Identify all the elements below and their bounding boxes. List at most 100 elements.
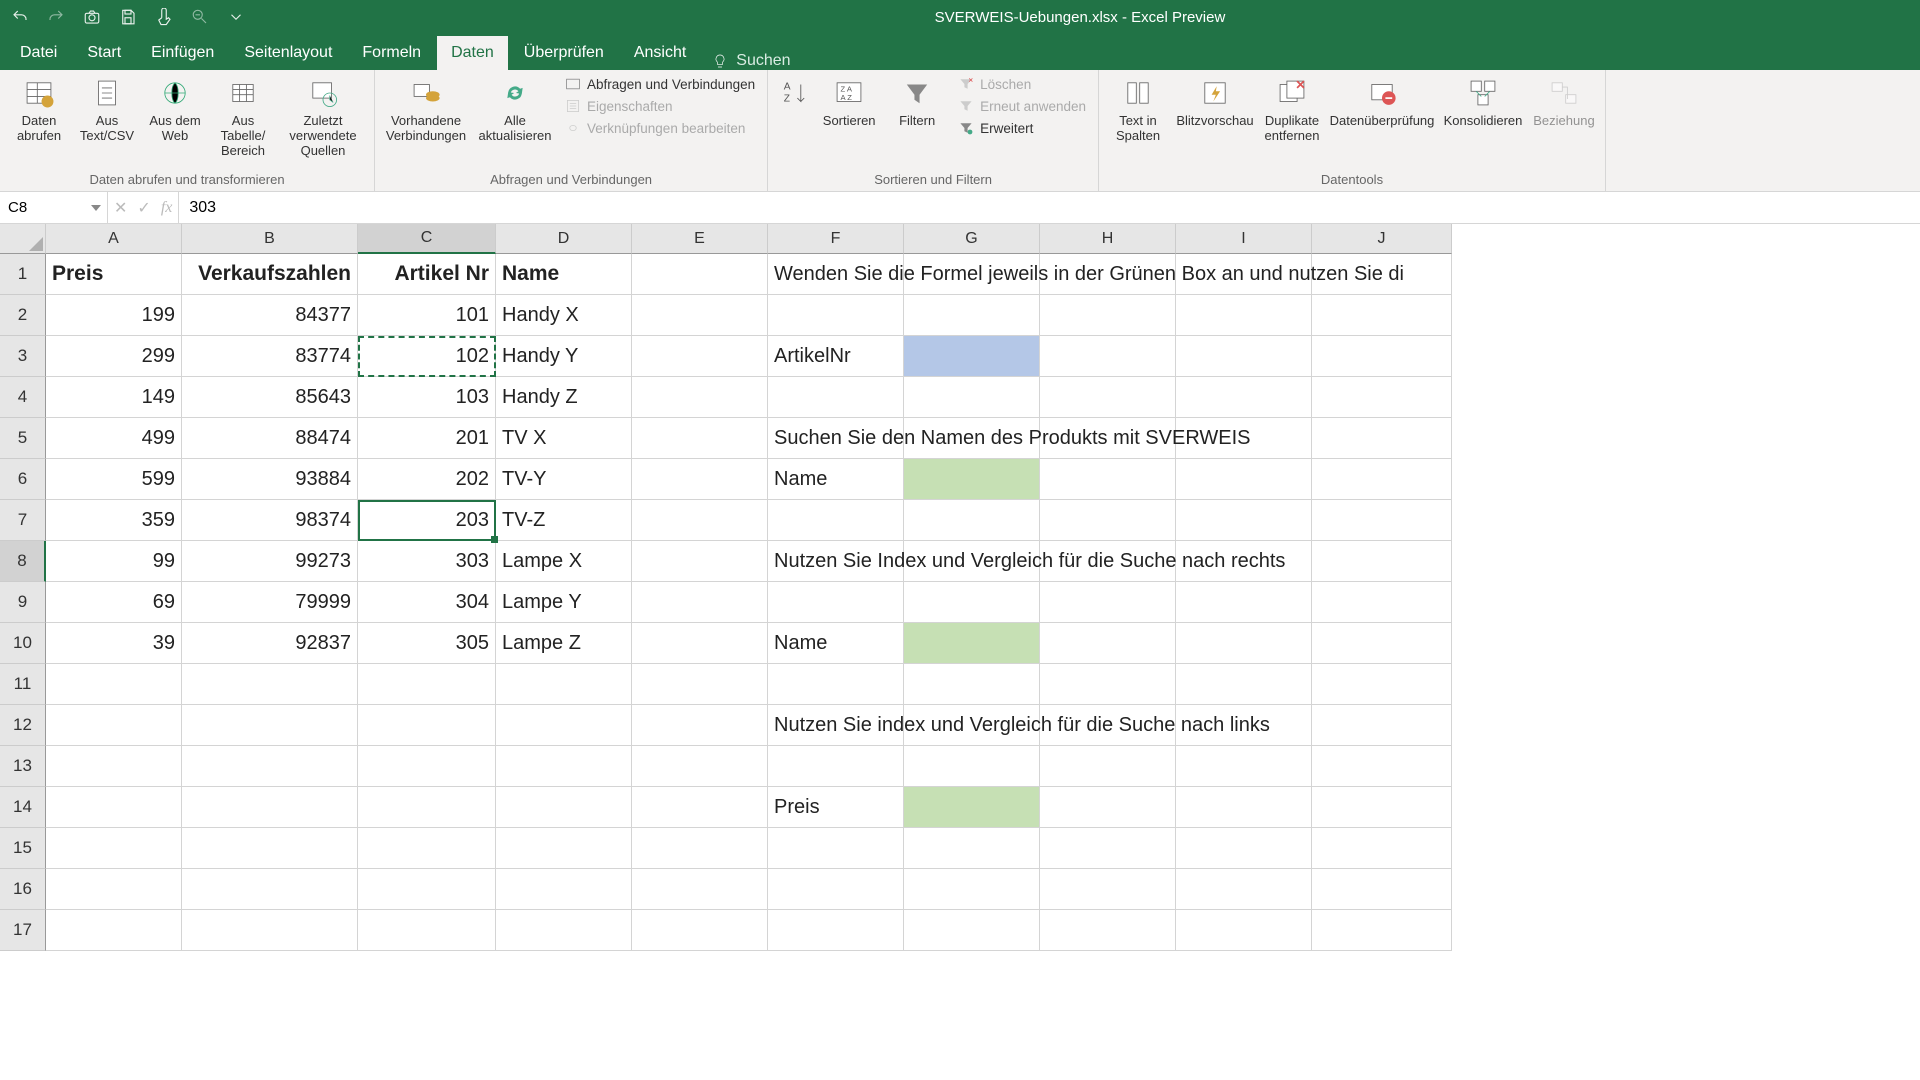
cell-F3[interactable]: ArtikelNr — [768, 336, 904, 377]
cell-F1[interactable]: Wenden Sie die Formel jeweils in der Grü… — [768, 254, 904, 295]
row-header-8[interactable]: 8 — [0, 541, 46, 582]
cell-A6[interactable]: 599 — [46, 459, 182, 500]
cell-F10[interactable]: Name — [768, 623, 904, 664]
filter-button[interactable]: Filtern — [884, 72, 950, 133]
cell-H2[interactable] — [1040, 295, 1176, 336]
cell-A7[interactable]: 359 — [46, 500, 182, 541]
cell-C8[interactable]: 303 — [358, 541, 496, 582]
cell-H17[interactable] — [1040, 910, 1176, 951]
cell-C3[interactable]: 102 — [358, 336, 496, 377]
cell-G7[interactable] — [904, 500, 1040, 541]
row-header-1[interactable]: 1 — [0, 254, 46, 295]
cell-D2[interactable]: Handy X — [496, 295, 632, 336]
recent-sources-button[interactable]: Zuletzt verwendete Quellen — [278, 72, 368, 163]
row-header-7[interactable]: 7 — [0, 500, 46, 541]
cell-F9[interactable] — [768, 582, 904, 623]
cell-G10[interactable] — [904, 623, 1040, 664]
cell-H13[interactable] — [1040, 746, 1176, 787]
column-header-C[interactable]: C — [358, 224, 496, 254]
cell-F2[interactable] — [768, 295, 904, 336]
cell-A4[interactable]: 149 — [46, 377, 182, 418]
camera-icon[interactable] — [80, 5, 104, 29]
sort-button[interactable]: Z AA ZSortieren — [816, 72, 882, 133]
cell-E5[interactable] — [632, 418, 768, 459]
cell-B15[interactable] — [182, 828, 358, 869]
cell-I9[interactable] — [1176, 582, 1312, 623]
name-box[interactable]: C8 — [0, 192, 108, 223]
qat-dropdown-icon[interactable] — [224, 5, 248, 29]
cell-C10[interactable]: 305 — [358, 623, 496, 664]
cell-J5[interactable] — [1312, 418, 1452, 459]
advanced-filter-button[interactable]: Erweitert — [952, 118, 1092, 138]
row-header-13[interactable]: 13 — [0, 746, 46, 787]
cell-J16[interactable] — [1312, 869, 1452, 910]
cell-A17[interactable] — [46, 910, 182, 951]
cell-J17[interactable] — [1312, 910, 1452, 951]
search-input[interactable] — [736, 52, 856, 70]
row-header-6[interactable]: 6 — [0, 459, 46, 500]
column-header-H[interactable]: H — [1040, 224, 1176, 254]
column-header-D[interactable]: D — [496, 224, 632, 254]
cell-C2[interactable]: 101 — [358, 295, 496, 336]
flash-fill-button[interactable]: Blitzvorschau — [1173, 72, 1257, 133]
row-header-3[interactable]: 3 — [0, 336, 46, 377]
column-header-G[interactable]: G — [904, 224, 1040, 254]
cell-C1[interactable]: Artikel Nr — [358, 254, 496, 295]
cell-H9[interactable] — [1040, 582, 1176, 623]
cell-C4[interactable]: 103 — [358, 377, 496, 418]
cell-J9[interactable] — [1312, 582, 1452, 623]
cell-C7[interactable]: 203 — [358, 500, 496, 541]
cell-B13[interactable] — [182, 746, 358, 787]
cell-H11[interactable] — [1040, 664, 1176, 705]
cell-G15[interactable] — [904, 828, 1040, 869]
remove-duplicates-button[interactable]: Duplikate entfernen — [1259, 72, 1325, 148]
get-data-button[interactable]: Daten abrufen — [6, 72, 72, 148]
cell-H16[interactable] — [1040, 869, 1176, 910]
cell-E1[interactable] — [632, 254, 768, 295]
cell-E15[interactable] — [632, 828, 768, 869]
column-header-B[interactable]: B — [182, 224, 358, 254]
cell-J2[interactable] — [1312, 295, 1452, 336]
tell-me-search[interactable] — [712, 52, 856, 70]
cell-C16[interactable] — [358, 869, 496, 910]
column-header-F[interactable]: F — [768, 224, 904, 254]
cell-D14[interactable] — [496, 787, 632, 828]
cell-C11[interactable] — [358, 664, 496, 705]
cell-B12[interactable] — [182, 705, 358, 746]
cell-F4[interactable] — [768, 377, 904, 418]
cell-E2[interactable] — [632, 295, 768, 336]
cell-I2[interactable] — [1176, 295, 1312, 336]
cell-B8[interactable]: 99273 — [182, 541, 358, 582]
cell-A12[interactable] — [46, 705, 182, 746]
cell-A1[interactable]: Preis — [46, 254, 182, 295]
cell-E16[interactable] — [632, 869, 768, 910]
cell-J8[interactable] — [1312, 541, 1452, 582]
column-header-A[interactable]: A — [46, 224, 182, 254]
cell-B6[interactable]: 93884 — [182, 459, 358, 500]
row-header-5[interactable]: 5 — [0, 418, 46, 459]
cell-E12[interactable] — [632, 705, 768, 746]
cell-A8[interactable]: 99 — [46, 541, 182, 582]
row-header-17[interactable]: 17 — [0, 910, 46, 951]
tab-view[interactable]: Ansicht — [620, 36, 700, 70]
cell-E7[interactable] — [632, 500, 768, 541]
cell-I10[interactable] — [1176, 623, 1312, 664]
cell-G3[interactable] — [904, 336, 1040, 377]
consolidate-button[interactable]: Konsolidieren — [1439, 72, 1527, 133]
cell-D5[interactable]: TV X — [496, 418, 632, 459]
cell-E14[interactable] — [632, 787, 768, 828]
cell-A16[interactable] — [46, 869, 182, 910]
cell-C14[interactable] — [358, 787, 496, 828]
cell-G11[interactable] — [904, 664, 1040, 705]
cell-D4[interactable]: Handy Z — [496, 377, 632, 418]
column-header-J[interactable]: J — [1312, 224, 1452, 254]
cell-F16[interactable] — [768, 869, 904, 910]
cell-F13[interactable] — [768, 746, 904, 787]
fx-icon[interactable]: fx — [161, 199, 173, 217]
cell-G2[interactable] — [904, 295, 1040, 336]
from-web-button[interactable]: Aus dem Web — [142, 72, 208, 148]
cell-D16[interactable] — [496, 869, 632, 910]
cell-G13[interactable] — [904, 746, 1040, 787]
cell-E13[interactable] — [632, 746, 768, 787]
from-text-csv-button[interactable]: Aus Text/CSV — [74, 72, 140, 148]
